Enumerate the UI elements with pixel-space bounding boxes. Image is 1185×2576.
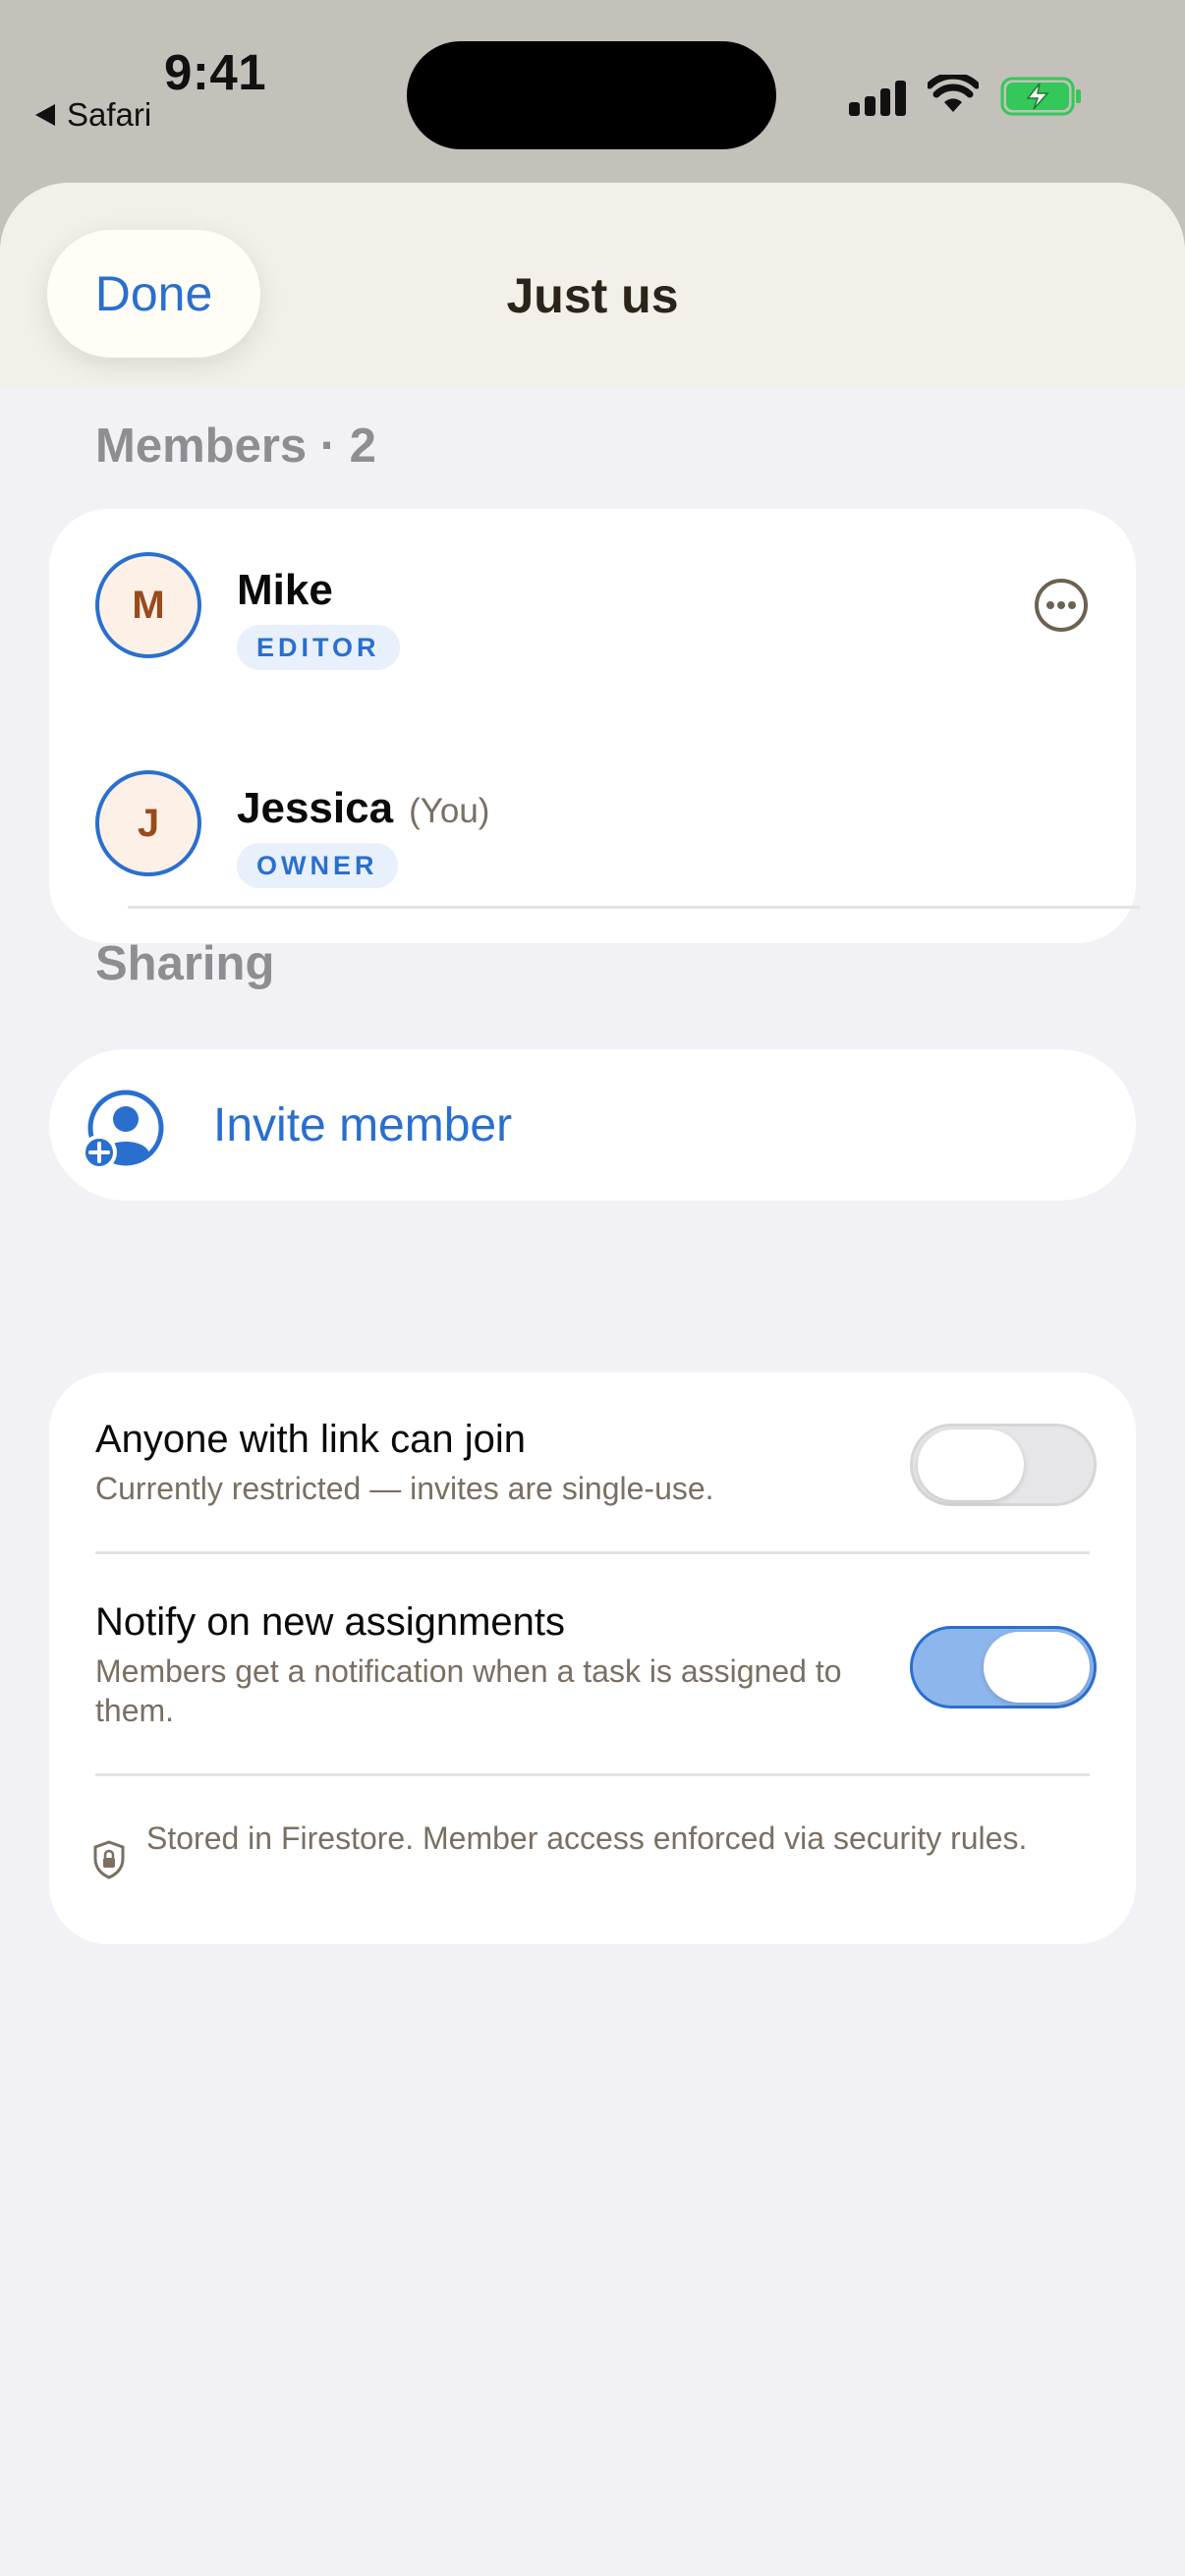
avatar: J (95, 770, 201, 876)
wifi-icon (928, 75, 979, 112)
add-person-icon (83, 1090, 164, 1169)
member-name-text: Mike (237, 566, 333, 614)
member-row-jessica[interactable]: J Jessica (You) OWNER (49, 727, 1136, 924)
dynamic-island (407, 41, 776, 149)
screen: 9:41 Safari Done Just us Members · 2 M M… (0, 0, 1185, 2576)
role-badge: EDITOR (237, 625, 400, 670)
members-sheet: Done Just us Members · 2 M Mike EDITOR J… (0, 183, 1185, 2576)
sheet-header: Done Just us (0, 183, 1185, 389)
setting-divider (95, 1551, 1090, 1554)
link-join-toggle[interactable] (910, 1424, 1097, 1506)
member-row-mike[interactable]: M Mike EDITOR (49, 509, 1136, 705)
back-arrow-icon (35, 104, 55, 126)
sharing-section-label: Sharing (95, 937, 275, 990)
toggle-knob (918, 1429, 1024, 1500)
you-tag: (You) (409, 792, 490, 830)
more-options-icon[interactable] (1032, 576, 1091, 635)
sheet-title: Just us (506, 268, 679, 323)
member-name-text: Jessica (237, 784, 394, 832)
shield-lock-icon (93, 1840, 125, 1879)
setting-title: Notify on new assignments (95, 1600, 566, 1644)
sharing-card: Anyone with link can join Currently rest… (49, 1372, 1136, 1944)
storage-footnote: Stored in Firestore. Member access enfor… (146, 1820, 1028, 1856)
invite-member-label: Invite member (213, 1099, 513, 1151)
setting-description: Currently restricted — invites are singl… (95, 1471, 714, 1506)
invite-member-button[interactable]: Invite member (49, 1049, 1136, 1201)
status-bar: 9:41 Safari (0, 0, 1185, 177)
role-badge: OWNER (237, 843, 398, 888)
avatar: M (95, 552, 201, 658)
member-name: Mike (237, 566, 333, 615)
toggle-knob (984, 1632, 1090, 1703)
cellular-signal-icon (849, 79, 906, 116)
status-time: 9:41 (164, 44, 267, 100)
back-app-label: Safari (67, 96, 152, 133)
setting-description: Members get a notification when a task i… (95, 1653, 842, 1728)
members-section-label: Members · 2 (95, 420, 376, 473)
notify-assignments-toggle[interactable] (910, 1626, 1097, 1708)
member-name: Jessica (You) (237, 784, 489, 833)
battery-charging-icon (1000, 77, 1081, 116)
members-card: M Mike EDITOR J Jessica (You) OWNER (49, 509, 1140, 943)
setting-divider (95, 1773, 1090, 1776)
back-to-app-link[interactable]: Safari (35, 96, 151, 134)
setting-title: Anyone with link can join (95, 1418, 527, 1461)
